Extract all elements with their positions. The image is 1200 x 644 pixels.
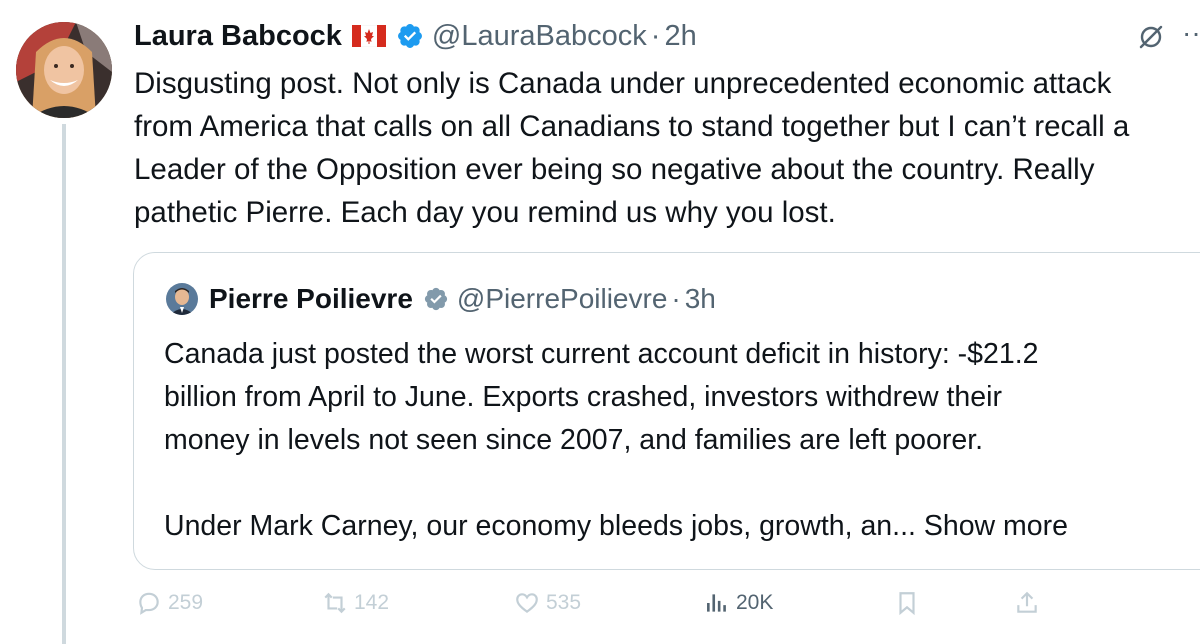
quoted-tweet[interactable]: Pierre Poilievre @PierrePoilievre · 3h C… bbox=[133, 252, 1200, 570]
reply-icon bbox=[139, 592, 159, 615]
share-button[interactable] bbox=[1014, 590, 1046, 616]
quoted-truncated-line: Under Mark Carney, our economy bleeds jo… bbox=[164, 505, 1068, 548]
quoted-avatar-image bbox=[166, 283, 198, 315]
author-name[interactable]: Laura Babcock bbox=[134, 20, 342, 53]
quoted-header-separator: · bbox=[671, 283, 681, 314]
quoted-truncated-text: Under Mark Carney, our economy bleeds jo… bbox=[164, 510, 916, 542]
bookmark-icon bbox=[899, 592, 915, 616]
quoted-author-name[interactable]: Pierre Poilievre bbox=[209, 283, 413, 315]
avatar[interactable] bbox=[16, 22, 112, 118]
tweet-timestamp[interactable]: 2h bbox=[664, 20, 696, 53]
view-count: 20K bbox=[736, 591, 774, 614]
avatar-image bbox=[16, 22, 112, 118]
like-button[interactable]: 535 bbox=[514, 590, 581, 616]
reply-count: 259 bbox=[168, 591, 204, 614]
quoted-author-handle[interactable]: @PierrePoilievre bbox=[457, 283, 668, 315]
like-count: 535 bbox=[546, 591, 582, 614]
quoted-header: Pierre Poilievre @PierrePoilievre · 3h bbox=[209, 279, 716, 319]
author-handle[interactable]: @LauraBabcock bbox=[432, 20, 647, 53]
repost-count: 142 bbox=[354, 591, 390, 614]
quoted-text: Canada just posted the worst current acc… bbox=[164, 338, 1039, 456]
more-icon[interactable]: ·· bbox=[1182, 19, 1200, 52]
views-button[interactable]: 20K bbox=[704, 590, 773, 616]
share-icon bbox=[1017, 591, 1037, 613]
header-separator: · bbox=[650, 19, 661, 52]
canada-flag-icon bbox=[351, 25, 386, 47]
thread-line bbox=[62, 124, 66, 644]
quoted-timestamp[interactable]: 3h bbox=[685, 283, 716, 315]
bookmark-button[interactable] bbox=[894, 590, 926, 616]
reply-button[interactable]: 259 bbox=[136, 590, 203, 616]
views-icon bbox=[707, 594, 726, 612]
repost-icon bbox=[324, 592, 346, 614]
quoted-avatar[interactable] bbox=[166, 283, 198, 315]
repost-button[interactable]: 142 bbox=[322, 590, 389, 616]
tweet-header: Laura Babcock @LauraBabcock · 2h bbox=[134, 14, 697, 58]
tweet-text: Disgusting post. Not only is Canada unde… bbox=[134, 67, 1130, 229]
show-more-link[interactable]: Show more bbox=[924, 510, 1068, 542]
heart-icon bbox=[516, 593, 538, 613]
action-bar: 259 142 535 20K bbox=[0, 590, 1200, 630]
verified-badge-icon bbox=[424, 287, 448, 311]
grok-icon[interactable] bbox=[1136, 22, 1166, 52]
tweet[interactable]: Laura Babcock @LauraBabcock · 2h ·· Disg… bbox=[0, 0, 1200, 644]
verified-badge-icon bbox=[397, 24, 422, 48]
